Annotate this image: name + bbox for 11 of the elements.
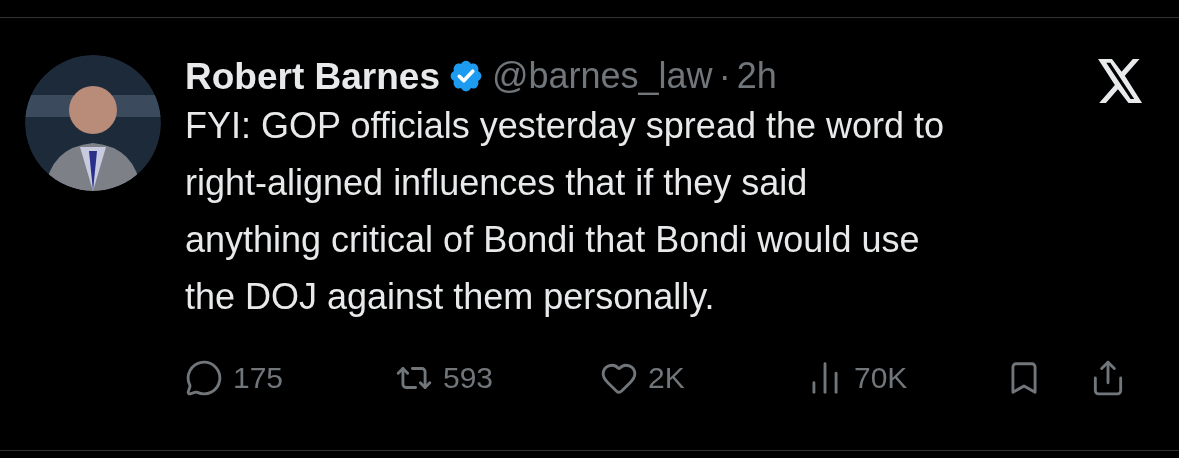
- author-name[interactable]: Robert Barnes: [185, 57, 440, 95]
- x-logo-icon[interactable]: [1098, 59, 1144, 103]
- post-time[interactable]: 2h: [736, 58, 777, 94]
- speech-bubble-icon: [185, 358, 223, 397]
- post-text: FYI: GOP officials yesterday spread the word to right-aligned influences that if they said anything critical of Bondi that Bondi would use the DOJ against them personally.: [185, 104, 946, 319]
- views-button[interactable]: 70K: [806, 355, 1005, 400]
- reply-button[interactable]: 175: [185, 355, 395, 400]
- repost-button[interactable]: 593: [395, 355, 600, 400]
- author-handle[interactable]: @barnes_law: [491, 58, 713, 94]
- separator-dot: ·: [718, 58, 731, 94]
- like-button[interactable]: 2K: [600, 355, 806, 400]
